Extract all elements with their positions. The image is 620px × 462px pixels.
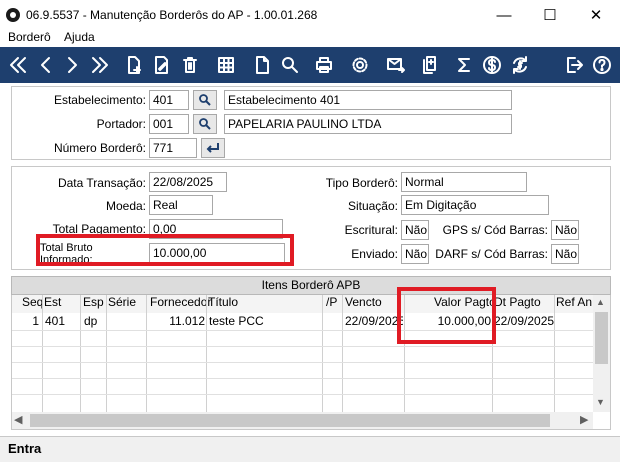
- enviado-label: Enviado:: [351, 247, 398, 261]
- column-ref-ant[interactable]: Ref Ant: [556, 295, 592, 309]
- situacao-label: Situação:: [347, 199, 398, 213]
- estabelecimento-code-field[interactable]: 401: [149, 90, 189, 110]
- vertical-scroll-thumb[interactable]: [595, 312, 608, 364]
- moeda-label: Moeda:: [105, 199, 146, 213]
- help-icon[interactable]: [588, 50, 616, 80]
- previous-record-icon[interactable]: [32, 50, 60, 80]
- portador-label: Portador:: [96, 117, 146, 131]
- column-parcela[interactable]: /P: [326, 295, 337, 309]
- data-transacao-field[interactable]: 22/08/2025: [149, 172, 227, 192]
- column-serie[interactable]: Série: [108, 295, 136, 309]
- darf-field: Não: [551, 244, 579, 264]
- scroll-down-icon[interactable]: ▼: [596, 397, 605, 407]
- column-est[interactable]: Est: [44, 295, 61, 309]
- maximize-button[interactable]: ☐: [527, 0, 573, 30]
- column-esp[interactable]: Esp: [83, 295, 104, 309]
- enviado-field: Não: [401, 244, 429, 264]
- cell-titulo: teste PCC: [209, 314, 264, 328]
- search-icon[interactable]: [276, 50, 304, 80]
- copy-document-icon[interactable]: [416, 50, 444, 80]
- window-title: 06.9.5537 - Manutenção Borderôs do AP - …: [26, 8, 318, 22]
- gps-field: Não: [551, 220, 579, 240]
- cell-fornecedor: 11.012: [169, 314, 205, 328]
- situacao-field: Em Digitação: [401, 195, 549, 215]
- column-vencto[interactable]: Vencto: [345, 295, 382, 309]
- search-icon: [199, 118, 211, 130]
- scroll-right-icon[interactable]: ▶: [580, 413, 588, 426]
- menu-ajuda[interactable]: Ajuda: [64, 30, 95, 44]
- cell-seq: 1: [32, 314, 39, 328]
- send-mail-icon[interactable]: [382, 50, 410, 80]
- grid-row-line: [12, 346, 593, 347]
- gps-label: GPS s/ Cód Barras:: [442, 223, 548, 237]
- refresh-currency-icon[interactable]: [506, 50, 534, 80]
- minimize-button[interactable]: —: [481, 0, 527, 30]
- tipo-bordero-field: Normal: [401, 172, 527, 192]
- print-icon[interactable]: [310, 50, 338, 80]
- next-record-icon[interactable]: [58, 50, 86, 80]
- horizontal-scroll-thumb[interactable]: [30, 414, 550, 427]
- column-titulo[interactable]: Título: [208, 295, 238, 309]
- edit-record-icon[interactable]: [148, 50, 176, 80]
- search-icon: [199, 94, 211, 106]
- settings-icon[interactable]: [346, 50, 374, 80]
- exit-icon[interactable]: [560, 50, 588, 80]
- portador-search-button[interactable]: [193, 114, 217, 134]
- moeda-field[interactable]: Real: [149, 195, 213, 215]
- menu-bordero[interactable]: Borderô: [8, 30, 51, 44]
- last-record-icon[interactable]: [86, 50, 114, 80]
- estabelecimento-label: Estabelecimento:: [53, 93, 146, 107]
- close-button[interactable]: ✕: [573, 0, 619, 30]
- portador-code-field[interactable]: 001: [149, 114, 189, 134]
- first-record-icon[interactable]: [4, 50, 32, 80]
- cell-est: 401: [45, 314, 66, 328]
- scroll-up-icon[interactable]: ▲: [596, 297, 605, 307]
- app-icon: [6, 8, 20, 22]
- sum-icon[interactable]: [450, 50, 478, 80]
- enter-button[interactable]: [201, 138, 225, 158]
- estabelecimento-search-button[interactable]: [193, 90, 217, 110]
- highlight-valor-pagto: [397, 287, 496, 344]
- grid-row-line: [12, 362, 593, 363]
- estabelecimento-name-field: Estabelecimento 401: [224, 90, 512, 110]
- enter-arrow-icon: [206, 143, 219, 153]
- escritural-label: Escritural:: [344, 223, 398, 237]
- data-transacao-label: Data Transação:: [57, 176, 146, 190]
- cell-esp: dp: [84, 314, 98, 328]
- column-seq[interactable]: Seq: [22, 295, 43, 309]
- scroll-left-icon[interactable]: ◀: [14, 413, 22, 426]
- new-record-icon[interactable]: [120, 50, 148, 80]
- grid-icon[interactable]: [212, 50, 240, 80]
- grid-row-line: [12, 378, 593, 379]
- status-text: Entra: [8, 441, 42, 456]
- document-icon[interactable]: [248, 50, 276, 80]
- currency-icon[interactable]: [478, 50, 506, 80]
- numero-bordero-field[interactable]: 771: [149, 138, 197, 158]
- escritural-field: Não: [401, 220, 429, 240]
- tipo-bordero-label: Tipo Borderô:: [325, 176, 398, 190]
- highlight-total-bruto: [36, 234, 294, 266]
- delete-icon[interactable]: [176, 50, 204, 80]
- cell-vencto: 22/09/2025: [345, 314, 403, 328]
- column-dt-pagto[interactable]: Dt Pagto: [494, 295, 541, 309]
- column-fornecedor[interactable]: Fornecedor: [150, 295, 211, 309]
- darf-label: DARF s/ Cód Barras:: [435, 247, 548, 261]
- status-bar: [0, 436, 620, 462]
- cell-dt-pagto: 22/09/2025: [494, 314, 554, 328]
- portador-name-field: PAPELARIA PAULINO LTDA: [224, 114, 512, 134]
- numero-bordero-label: Número Borderô:: [53, 141, 146, 155]
- grid-row-line: [12, 394, 593, 395]
- grid-title: Itens Borderô APB: [11, 276, 611, 295]
- grid-row-line: [12, 330, 593, 331]
